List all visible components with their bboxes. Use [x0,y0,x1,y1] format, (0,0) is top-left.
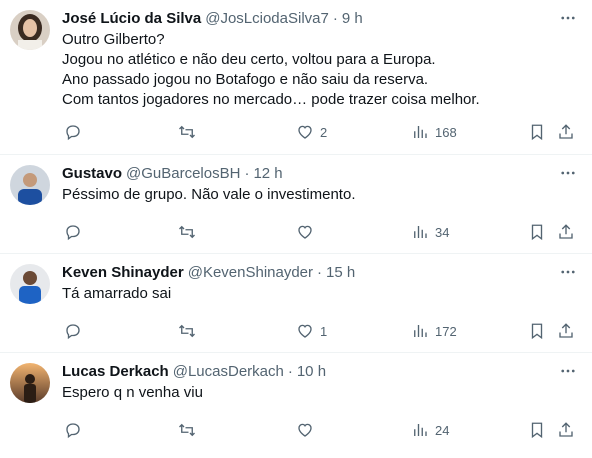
heart-icon [298,324,312,338]
separator: · [244,164,250,182]
reply-icon [66,125,80,141]
bookmark-button[interactable] [528,222,546,242]
share-icon [559,224,573,239]
tweet[interactable]: Gustavo @GuBarcelosBH · 12 h Péssimo de … [0,155,592,254]
author-name[interactable]: Keven Shinayder [62,264,184,281]
share-button[interactable] [557,420,575,440]
retweet-button[interactable] [178,321,202,341]
separator: · [317,263,323,281]
author-handle[interactable]: @KevenShinayder [188,264,313,281]
share-icon [559,422,573,437]
views-button[interactable]: 168 [411,122,457,142]
retweet-button[interactable] [178,122,202,142]
bookmark-icon [531,124,543,141]
views-button[interactable]: 34 [411,222,449,242]
analytics-icon [414,126,427,138]
like-button[interactable] [296,420,320,440]
tweet[interactable]: José Lúcio da Silva @JosLciodaSilva7 · 9… [0,0,592,155]
retweet-icon [179,423,195,437]
more-options-icon[interactable] [558,363,578,379]
retweet-icon [179,225,195,239]
action-bar: 24 [62,420,578,440]
tweet-text: Outro Gilberto? Jogou no atlético e não … [62,30,578,110]
tweet-line: Espero q n venha viu [62,384,203,401]
retweet-button[interactable] [178,222,202,242]
separator: · [287,362,293,380]
share-button[interactable] [557,321,575,341]
analytics-icon [414,424,427,436]
reply-icon [66,324,80,340]
views-button[interactable]: 24 [411,420,449,440]
bookmark-button[interactable] [528,321,546,341]
analytics-icon [414,226,427,238]
separator: · [332,9,338,27]
like-count: 2 [320,124,328,140]
bookmark-icon [531,323,543,340]
share-button[interactable] [557,122,575,142]
action-bar: 34 [62,222,578,242]
analytics-icon [414,325,427,337]
view-count: 172 [435,323,457,339]
reply-feed: José Lúcio da Silva @JosLciodaSilva7 · 9… [0,0,592,458]
retweet-icon [179,324,195,338]
bookmark-icon [531,422,543,439]
reply-button[interactable] [64,122,88,142]
retweet-icon [179,125,195,139]
heart-icon [298,125,312,139]
tweet-line: Péssimo de grupo. Não vale o investiment… [62,186,356,203]
author-handle[interactable]: @JosLciodaSilva7 [205,10,329,27]
view-count: 34 [435,224,450,240]
heart-icon [298,423,312,437]
like-button[interactable]: 2 [296,122,327,142]
more-options-icon[interactable] [558,165,578,181]
share-icon [559,124,573,139]
tweet-line: Outro Gilberto? [62,31,165,48]
author-name[interactable]: Lucas Derkach [62,363,169,380]
more-options-icon[interactable] [558,264,578,280]
tweet-line: Jogou no atlético e não deu certo, volto… [62,51,436,68]
author-handle[interactable]: @LucasDerkach [173,363,284,380]
bookmark-button[interactable] [528,420,546,440]
share-icon [559,323,573,338]
tweet[interactable]: Lucas Derkach @LucasDerkach · 10 h Esper… [0,353,592,458]
share-button[interactable] [557,222,575,242]
tweet-text: Péssimo de grupo. Não vale o investiment… [62,185,578,205]
retweet-button[interactable] [178,420,202,440]
bookmark-icon [531,224,543,241]
avatar[interactable] [10,363,50,403]
avatar[interactable] [10,10,50,50]
action-bar: 1 172 [62,321,578,341]
tweet-line: Com tantos jogadores no mercado… pode tr… [62,91,480,108]
tweet-text: Espero q n venha viu [62,383,578,403]
author-name[interactable]: Gustavo [62,165,122,182]
avatar[interactable] [10,165,50,205]
avatar[interactable] [10,264,50,304]
view-count: 24 [435,422,450,438]
tweet-line: Ano passado jogou no Botafogo e não saiu… [62,71,429,88]
heart-icon [298,225,312,239]
tweet-text: Tá amarrado sai [62,284,578,304]
reply-icon [66,423,80,439]
reply-button[interactable] [64,420,88,440]
reply-icon [66,225,80,241]
view-count: 168 [435,124,457,140]
timestamp[interactable]: 12 h [253,165,282,182]
action-bar: 2 168 [62,122,578,142]
reply-button[interactable] [64,321,88,341]
reply-button[interactable] [64,222,88,242]
like-button[interactable]: 1 [296,321,327,341]
timestamp[interactable]: 9 h [342,10,363,27]
author-handle[interactable]: @GuBarcelosBH [126,165,240,182]
tweet[interactable]: Keven Shinayder @KevenShinayder · 15 h T… [0,254,592,353]
tweet-line: Tá amarrado sai [62,285,172,302]
like-count: 1 [320,323,328,339]
views-button[interactable]: 172 [411,321,457,341]
bookmark-button[interactable] [528,122,546,142]
timestamp[interactable]: 10 h [297,363,326,380]
more-options-icon[interactable] [558,10,578,26]
timestamp[interactable]: 15 h [326,264,355,281]
author-name[interactable]: José Lúcio da Silva [62,10,201,27]
like-button[interactable] [296,222,320,242]
